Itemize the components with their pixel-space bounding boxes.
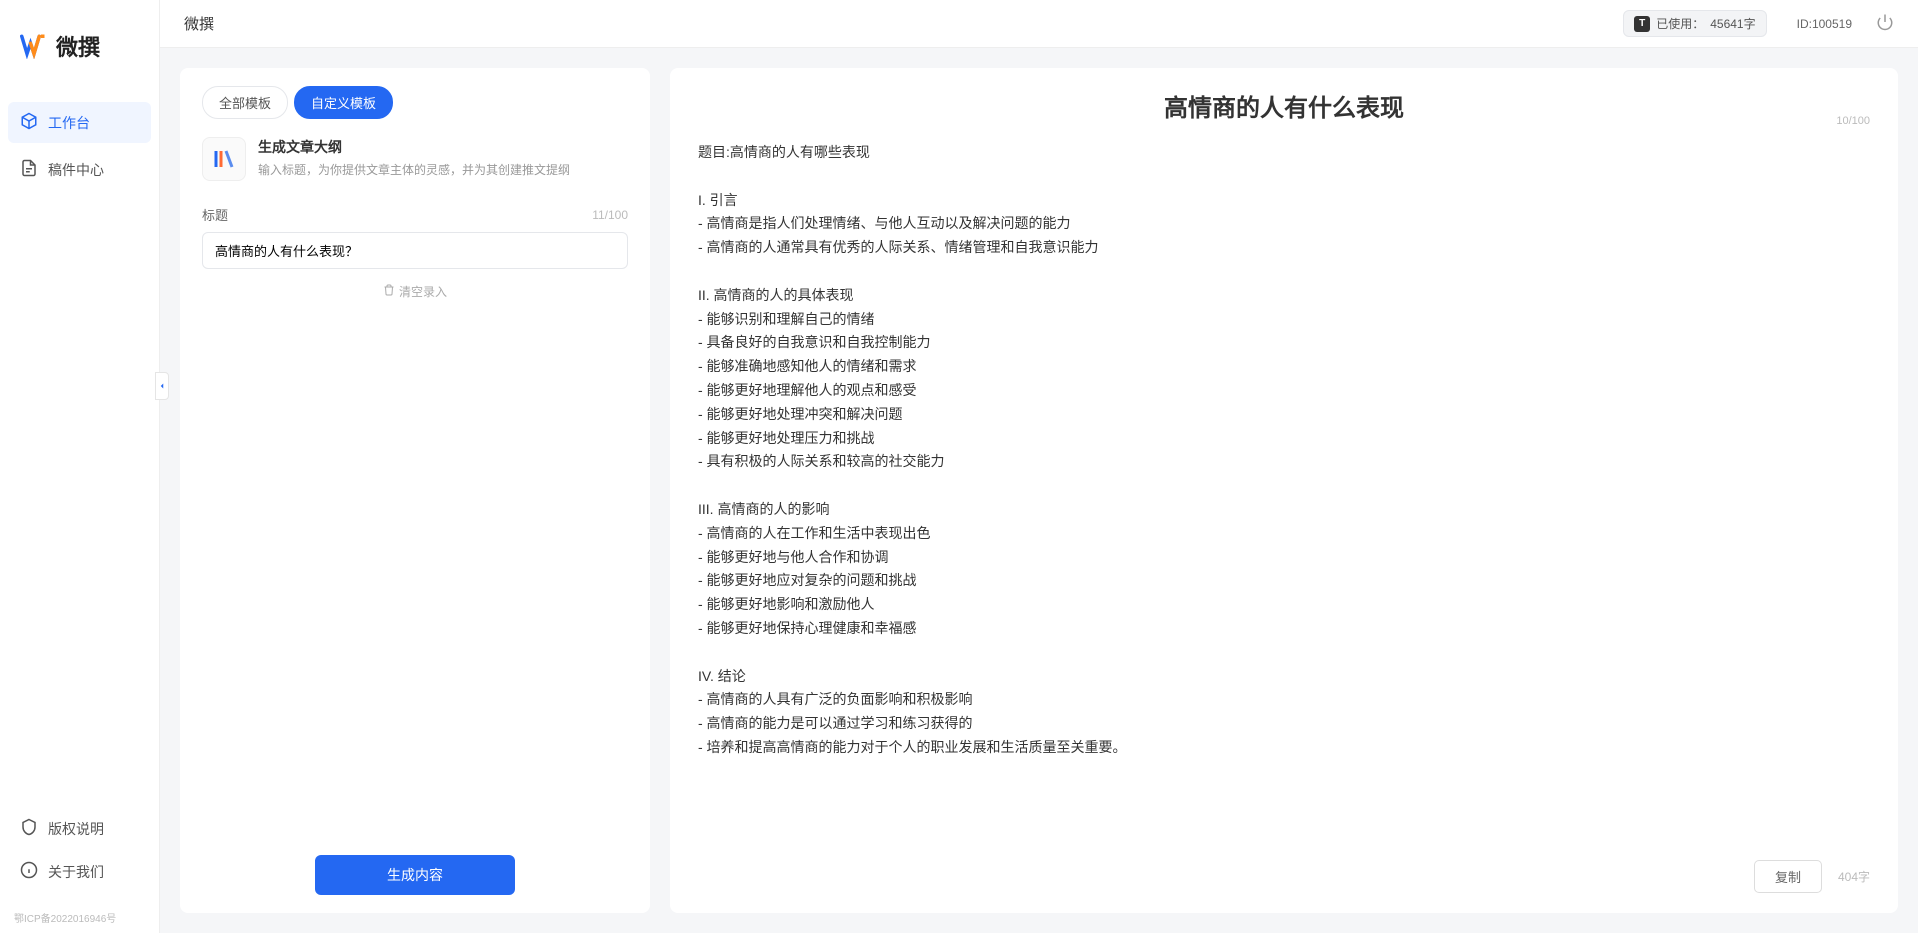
nav-item-drafts[interactable]: 稿件中心	[8, 149, 151, 190]
topbar-title: 微撰	[184, 13, 214, 34]
template-title: 生成文章大纲	[258, 137, 628, 157]
shield-icon	[20, 818, 38, 839]
logo: 微撰	[0, 0, 159, 102]
template-card: 生成文章大纲 输入标题，为你提供文章主体的灵感，并为其创建推文提纲	[202, 137, 628, 181]
info-icon	[20, 861, 38, 882]
tab-custom-templates[interactable]: 自定义模板	[294, 86, 393, 119]
topbar: 微撰 T 已使用： 45641字 ID:100519	[160, 0, 1918, 48]
text-icon: T	[1634, 16, 1650, 32]
field-label-title: 标题	[202, 205, 228, 224]
icp-footer: 鄂ICP备2022016946号	[0, 910, 159, 933]
template-icon	[202, 137, 246, 181]
nav-label: 版权说明	[48, 819, 104, 839]
template-tabs: 全部模板 自定义模板	[202, 86, 628, 119]
nav-item-about[interactable]: 关于我们	[8, 851, 151, 892]
usage-label: 已使用：	[1656, 15, 1704, 32]
user-id: ID:100519	[1797, 17, 1852, 31]
nav-item-workspace[interactable]: 工作台	[8, 102, 151, 143]
document-body[interactable]: 题目:高情商的人有哪些表现 I. 引言 - 高情商是指人们处理情绪、与他人互动以…	[698, 141, 1870, 848]
usage-value: 45641字	[1710, 15, 1755, 32]
sidebar: 微撰 工作台 稿件中心 版权说明 关于我们 鄂ICP备2022016946号	[0, 0, 160, 933]
tab-all-templates[interactable]: 全部模板	[202, 86, 288, 119]
word-count: 404字	[1838, 868, 1870, 885]
nav-label: 关于我们	[48, 862, 104, 882]
document-title-count: 10/100	[1836, 115, 1870, 127]
generate-button[interactable]: 生成内容	[315, 855, 515, 895]
usage-badge[interactable]: T 已使用： 45641字	[1623, 10, 1766, 37]
nav-label: 工作台	[48, 113, 90, 133]
nav-label: 稿件中心	[48, 160, 104, 180]
power-icon[interactable]	[1876, 13, 1894, 34]
clear-input-link[interactable]: 清空录入	[202, 283, 628, 300]
title-input[interactable]	[202, 232, 628, 269]
nav-item-copyright[interactable]: 版权说明	[8, 808, 151, 849]
output-panel: 高情商的人有什么表现 10/100 题目:高情商的人有哪些表现 I. 引言 - …	[670, 68, 1898, 913]
sidebar-collapse-handle[interactable]	[155, 372, 169, 400]
nav-main: 工作台 稿件中心	[0, 102, 159, 808]
nav-bottom: 版权说明 关于我们	[0, 808, 159, 910]
template-desc: 输入标题，为你提供文章主体的灵感，并为其创建推文提纲	[258, 161, 628, 178]
field-char-count: 11/100	[592, 208, 628, 222]
document-title[interactable]: 高情商的人有什么表现	[698, 88, 1870, 123]
chevron-left-icon	[157, 378, 167, 394]
copy-button[interactable]: 复制	[1754, 860, 1822, 893]
logo-text: 微撰	[56, 30, 100, 62]
cube-icon	[20, 112, 38, 133]
document-icon	[20, 159, 38, 180]
trash-icon	[383, 284, 395, 299]
logo-icon	[20, 31, 48, 62]
input-panel: 全部模板 自定义模板 生成文章大纲 输入标题，为你提供文章主体的灵感，并为其创建…	[180, 68, 650, 913]
